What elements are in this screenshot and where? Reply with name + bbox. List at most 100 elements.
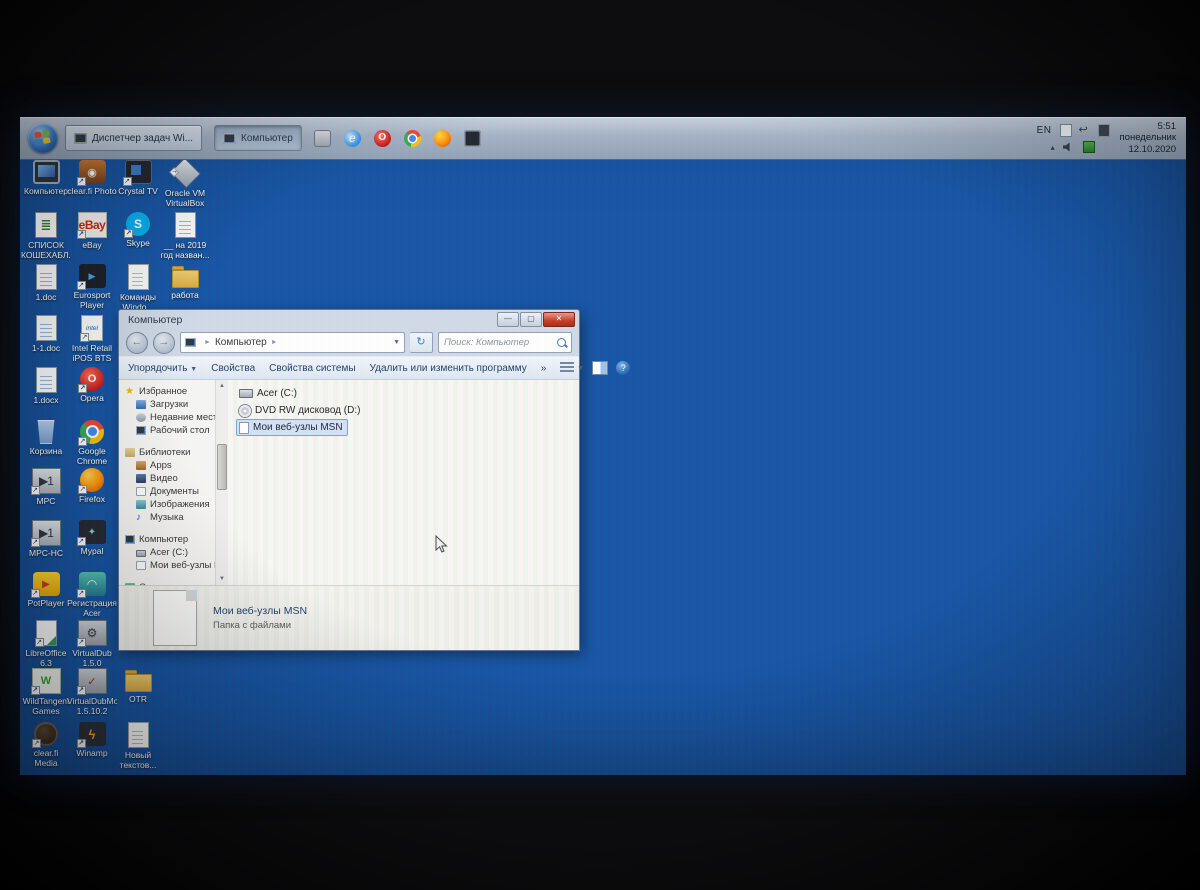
clock-day: понедельник xyxy=(1119,132,1176,144)
taskbar-button-2[interactable]: Компьютер xyxy=(214,125,302,151)
scroll-down-icon[interactable]: ▼ xyxy=(219,573,225,585)
taskbar-button-1[interactable]: Диспетчер задач Wi... xyxy=(65,125,203,151)
desktop-icon[interactable]: ↗ VirtualDubMod 1.5.10.2 xyxy=(67,668,117,716)
desktop-icon-label: работа xyxy=(171,291,199,300)
desktop-icon[interactable]: ↗ eBay xyxy=(69,212,115,251)
toolbar-item[interactable]: Удалить или изменить программу xyxy=(370,363,527,374)
desktop-icon[interactable]: 1.doc xyxy=(23,264,69,303)
sidebar-item[interactable]: Видео xyxy=(125,472,215,485)
media-app-icon[interactable] xyxy=(313,129,331,147)
desktop-icon[interactable]: 1-1.doc xyxy=(23,315,69,354)
search-input[interactable]: Поиск: Компьютер xyxy=(438,332,572,353)
desktop-icon[interactable]: ↗ LibreOffice 6.3 xyxy=(23,620,69,668)
desktop-icon[interactable]: ↗ clear.fi Media xyxy=(23,722,69,768)
toolbar-item[interactable]: » xyxy=(541,363,547,374)
green-status-icon[interactable] xyxy=(1082,141,1095,153)
desktop-icon[interactable]: ↗ Firefox xyxy=(69,468,115,505)
firefox-icon[interactable] xyxy=(433,129,451,147)
sidebar-item[interactable]: Документы xyxy=(125,485,215,498)
speaker-icon[interactable] xyxy=(1062,142,1070,152)
desktop-icon[interactable]: Компьютер xyxy=(23,160,69,197)
sidebar-scrollbar[interactable]: ▲ ▼ xyxy=(215,380,228,585)
tv-app-icon[interactable] xyxy=(463,129,481,147)
toolbar-item[interactable]: Свойства системы xyxy=(269,363,355,374)
desktop-icon[interactable]: Команды Windo... xyxy=(115,264,161,312)
doc-icon xyxy=(35,264,57,290)
help-icon[interactable]: ? xyxy=(616,361,631,375)
sync-icon[interactable]: ↩ xyxy=(1079,124,1091,137)
vbox-icon: ↗ xyxy=(168,157,201,189)
opera-icon[interactable]: O xyxy=(373,129,391,147)
file-row[interactable]: Мои веб-узлы MSN xyxy=(236,419,348,436)
language-indicator[interactable]: EN xyxy=(1037,125,1052,136)
desktop-icon[interactable]: ↗ Oracle VM VirtualBox xyxy=(162,157,208,208)
lo-icon: ↗ xyxy=(34,620,57,647)
sidebar-item[interactable]: Рабочий стол xyxy=(125,424,215,437)
desktop-icon-label: 1-1.doc xyxy=(31,344,61,353)
forward-button[interactable]: → xyxy=(153,331,175,354)
desktop-icon[interactable]: ↗ VirtualDub 1.5.0 xyxy=(69,620,115,668)
views-button[interactable]: ▼ xyxy=(560,362,584,374)
toolbar-item[interactable]: Упорядочить ▼ xyxy=(128,363,197,374)
sidebar-item[interactable]: Загрузки xyxy=(125,398,215,411)
internet-explorer-icon[interactable]: e xyxy=(343,129,361,147)
desktop-icon[interactable]: ↗Winamp xyxy=(69,722,115,759)
close-button[interactable]: ✕ xyxy=(543,312,575,327)
desktop-icon[interactable]: ↗Eurosport Player xyxy=(69,264,115,310)
desktop-icon[interactable]: ↗ Google Chrome xyxy=(69,420,115,466)
tray-clock[interactable]: 5:51 понедельник 12.10.2020 xyxy=(1120,121,1176,156)
doc-icon xyxy=(35,367,57,393)
sidebar-item[interactable]: Apps xyxy=(125,459,215,472)
chevron-up-icon[interactable]: ▴ xyxy=(1051,143,1055,152)
back-button[interactable]: ← xyxy=(126,331,148,354)
preview-pane-icon[interactable] xyxy=(592,361,609,375)
desktop-icon[interactable]: ↗Opera xyxy=(69,367,115,404)
desktop-icon[interactable]: ↗Регистрация Acer xyxy=(67,572,117,618)
refresh-button[interactable]: ↻ xyxy=(410,332,433,353)
sidebar-section-3[interactable]: Компьютер xyxy=(125,533,215,546)
file-row[interactable]: DVD RW дисковод (D:) xyxy=(236,402,365,419)
window-titlebar[interactable]: Компьютер — ▢ ✕ xyxy=(119,310,579,329)
desktop-icon[interactable]: Корзина xyxy=(23,420,69,457)
desktop-icon[interactable]: 1.docx xyxy=(23,367,69,406)
maximize-button[interactable]: ▢ xyxy=(520,312,542,327)
breadcrumb-dropdown-icon[interactable]: ▼ xyxy=(393,339,400,346)
sidebar-item[interactable]: Изображения xyxy=(125,498,215,511)
desktop-icon[interactable]: ↗ Intel Retail iPOS BTS 2012 xyxy=(69,315,115,364)
desktop-icon[interactable]: ↗ MPC-HC xyxy=(23,520,69,559)
chrome-icon[interactable] xyxy=(403,129,421,147)
desktop-icon[interactable]: ↗Skype xyxy=(115,212,161,249)
desktop-icon[interactable]: ↗ WildTangent Games xyxy=(23,668,69,716)
document-icon[interactable] xyxy=(1059,123,1072,137)
desktop-icon-label: Winamp xyxy=(76,749,108,758)
desktop-icon[interactable]: OTR xyxy=(115,668,161,705)
scroll-up-icon[interactable]: ▲ xyxy=(219,380,225,392)
sidebar-section-1[interactable]: ★ Избранное xyxy=(125,385,215,398)
minimize-button[interactable]: — xyxy=(497,312,519,327)
sidebar-section-2[interactable]: Библиотеки xyxy=(125,446,215,459)
scrollbar-thumb[interactable] xyxy=(217,444,227,490)
sidebar-item[interactable]: ♪ Музыка xyxy=(125,511,215,524)
breadcrumb[interactable]: ► Компьютер ► ▼ xyxy=(180,332,405,353)
desktop-icon[interactable]: работа xyxy=(162,264,208,301)
file-row[interactable]: Acer (C:) xyxy=(236,385,302,402)
desktop-icon[interactable]: __ на 2019 год назван... xyxy=(161,212,209,260)
desktop-icon[interactable]: ↗clear.fi Photo xyxy=(67,160,117,197)
breadcrumb-item[interactable]: Компьютер xyxy=(215,337,267,348)
sidebar-item-label: Музыка xyxy=(150,512,184,523)
sidebar-item[interactable]: Acer (C:) xyxy=(125,546,215,559)
desktop-icon[interactable]: ↗ MPC xyxy=(23,468,69,507)
device-icon[interactable] xyxy=(1097,123,1110,137)
desktop-icon[interactable]: СПИСОК КОШЕХАБЛ... xyxy=(21,212,71,260)
sidebar-item[interactable]: Недавние места xyxy=(125,411,215,424)
start-button[interactable] xyxy=(28,123,58,153)
sidebar-item[interactable]: Мои веб-узлы MS xyxy=(125,559,215,572)
sidebar-item-label: Мои веб-узлы MS xyxy=(150,560,215,571)
desktop-icon[interactable]: ↗Mypal xyxy=(69,520,115,557)
desktop-icon[interactable]: ↗PotPlayer xyxy=(23,572,69,609)
toolbar-item[interactable]: Свойства xyxy=(211,363,255,374)
desktop-icon[interactable]: ↗ Crystal TV xyxy=(115,160,161,197)
search-placeholder: Поиск: Компьютер xyxy=(444,337,530,348)
shortcut-arrow-icon: ↗ xyxy=(30,538,40,547)
desktop-icon[interactable]: Новый текстов... xyxy=(115,722,161,770)
